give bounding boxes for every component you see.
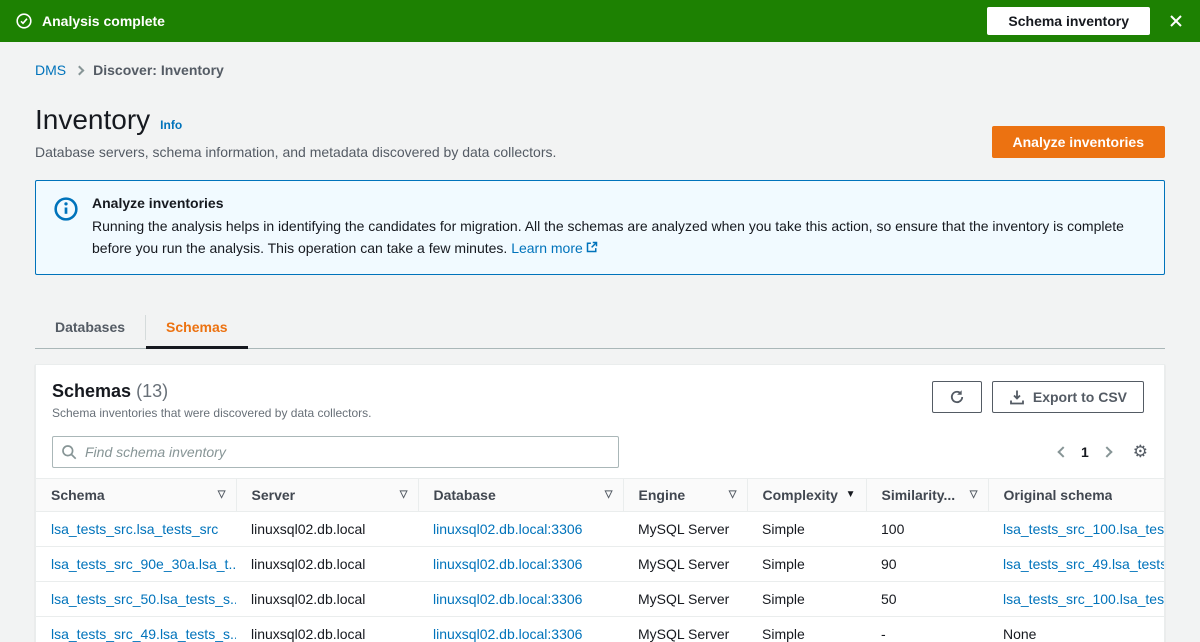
panel-description: Schema inventories that were discovered … [52,405,372,420]
engine-cell: MySQL Server [623,511,747,547]
panel-count: (13) [136,380,169,401]
schema-inventory-button[interactable]: Schema inventory [987,7,1150,35]
schema-link[interactable]: lsa_tests_src_50.lsa_tests_s... [36,581,236,617]
info-alert: Analyze inventories Running the analysis… [35,180,1165,275]
panel-title: Schemas [52,380,132,401]
complexity-cell: Simple [747,546,866,582]
filter-icon[interactable]: ▽ [970,489,978,500]
alert-body: Running the analysis helps in identifyin… [92,215,1146,260]
check-circle-icon [16,13,32,29]
page-header: Inventory Info Database servers, schema … [35,104,1165,160]
tab-databases[interactable]: Databases [35,307,145,348]
similarity-cell: - [866,616,988,642]
refresh-button[interactable] [931,380,982,413]
column-header-server[interactable]: Server ▽ [235,477,418,512]
filter-icon[interactable]: ▽ [729,489,737,500]
column-header-engine[interactable]: Engine ▽ [622,477,747,512]
table-row: lsa_tests_src_49.lsa_tests_s... linuxsql… [36,616,1164,642]
server-cell: linuxsql02.db.local [236,616,418,642]
tab-bar: Databases Schemas [35,307,1165,349]
search-icon [61,444,77,460]
search-input[interactable] [52,435,619,468]
download-icon [1009,389,1025,405]
engine-cell: MySQL Server [623,546,747,582]
panel-actions: Export to CSV [931,380,1144,420]
engine-cell: MySQL Server [623,581,747,617]
complexity-cell: Simple [747,581,866,617]
info-link[interactable]: Info [160,118,182,132]
server-cell: linuxsql02.db.local [236,511,418,547]
similarity-cell: 100 [866,511,988,547]
search-box [52,435,619,468]
chevron-right-icon [74,65,85,76]
close-icon[interactable] [1168,13,1184,29]
next-page-icon[interactable] [1101,446,1113,458]
schema-link[interactable]: lsa_tests_src_90e_30a.lsa_t... [36,546,236,582]
refresh-icon [949,389,965,405]
original-schema-link[interactable]: lsa_tests_src_100.lsa_tests_s... [988,581,1164,617]
export-csv-button[interactable]: Export to CSV [991,380,1144,413]
table-row: lsa_tests_src_50.lsa_tests_s... linuxsql… [36,581,1164,617]
column-header-similarity[interactable]: Similarity... ▽ [865,477,988,512]
schemas-panel: Schemas (13) Schema inventories that wer… [35,363,1165,642]
alert-title: Analyze inventories [92,195,224,211]
flashbar-actions: Schema inventory [987,7,1184,35]
alert-text: Running the analysis helps in identifyin… [92,218,1124,257]
column-header-schema[interactable]: Schema ▽ [36,477,236,512]
original-schema-link[interactable]: lsa_tests_src_49.lsa_tests_sr... [988,546,1164,582]
breadcrumb-dms[interactable]: DMS [35,62,66,78]
current-page[interactable]: 1 [1081,444,1089,460]
schema-link[interactable]: lsa_tests_src_49.lsa_tests_s... [36,616,236,642]
table-header-row: Schema ▽ Server ▽ Database ▽ Engine ▽ Comple… [36,477,1164,512]
info-circle-icon [54,197,78,221]
table-toolbar: 1 ⚙ [36,430,1164,478]
engine-cell: MySQL Server [623,616,747,642]
table-row: lsa_tests_src.lsa_tests_src linuxsql02.d… [36,511,1164,547]
previous-page-icon[interactable] [1057,446,1069,458]
flashbar-message-group: Analysis complete [16,13,165,29]
page-title: Inventory [35,104,151,135]
flash-message: Analysis complete [42,13,165,29]
schema-link[interactable]: lsa_tests_src.lsa_tests_src [36,511,236,547]
external-link-icon [586,237,598,253]
server-cell: linuxsql02.db.local [236,546,418,582]
database-link[interactable]: linuxsql02.db.local:3306 [418,581,623,617]
page-description: Database servers, schema information, an… [35,144,557,160]
filter-icon[interactable]: ▽ [605,489,613,500]
gear-icon[interactable]: ⚙ [1133,443,1148,460]
column-header-complexity[interactable]: Complexity ▼ [746,477,866,512]
filter-icon[interactable]: ▽ [400,489,408,500]
tab-schemas[interactable]: Schemas [146,307,249,349]
original-schema-link[interactable]: lsa_tests_src_100.lsa_tests_s... [988,511,1164,547]
database-link[interactable]: linuxsql02.db.local:3306 [418,616,623,642]
pagination: 1 ⚙ [1057,443,1148,460]
breadcrumb-current: Discover: Inventory [93,62,224,78]
table-row: lsa_tests_src_90e_30a.lsa_t... linuxsql0… [36,546,1164,582]
column-header-original-schema[interactable]: Original schema [987,477,1164,512]
schemas-table: Schema ▽ Server ▽ Database ▽ Engine ▽ Comple… [36,477,1164,642]
learn-more-link[interactable]: Learn more [511,240,583,256]
complexity-cell: Simple [747,511,866,547]
analyze-inventories-button[interactable]: Analyze inventories [991,126,1165,158]
original-schema-cell: None [988,616,1164,642]
similarity-cell: 50 [866,581,988,617]
server-cell: linuxsql02.db.local [236,581,418,617]
export-csv-label: Export to CSV [1032,388,1127,405]
complexity-cell: Simple [747,616,866,642]
similarity-cell: 90 [866,546,988,582]
column-header-database[interactable]: Database ▽ [417,477,623,512]
flashbar-success: Analysis complete Schema inventory [0,0,1200,42]
panel-header: Schemas (13) Schema inventories that wer… [36,365,1164,430]
database-link[interactable]: linuxsql02.db.local:3306 [418,546,623,582]
filter-icon[interactable]: ▽ [218,489,226,500]
filter-filled-icon[interactable]: ▼ [846,489,856,500]
breadcrumb: DMS Discover: Inventory [35,42,1165,78]
database-link[interactable]: linuxsql02.db.local:3306 [418,511,623,547]
